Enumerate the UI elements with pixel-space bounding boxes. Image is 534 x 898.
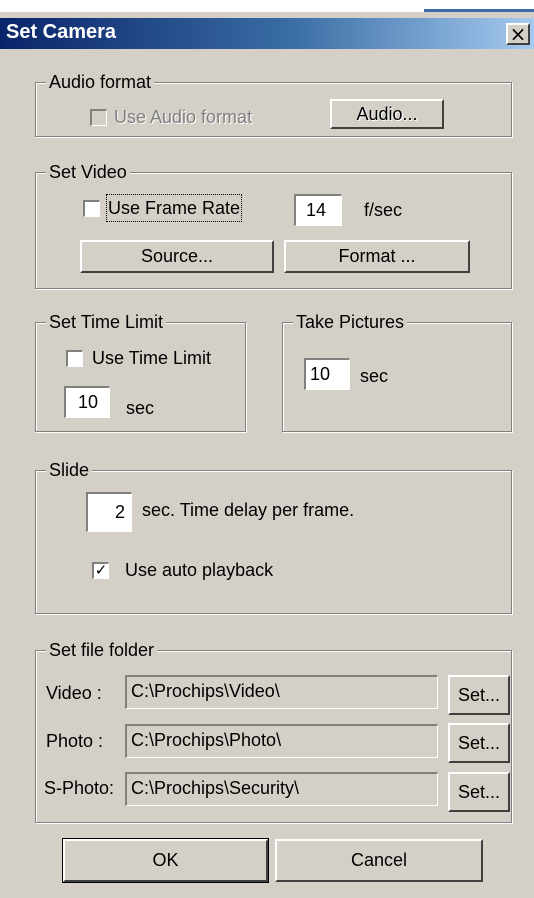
- window-title: Set Camera: [6, 21, 117, 43]
- title-bar[interactable]: Set Camera ×: [0, 18, 534, 49]
- use-audio-format-checkbox[interactable]: [90, 109, 107, 126]
- use-time-limit-checkbox[interactable]: [66, 350, 83, 367]
- photo-folder-set-button[interactable]: Set...: [448, 723, 510, 763]
- use-auto-playback-checkbox[interactable]: ✓: [92, 562, 109, 579]
- use-frame-rate-label: Use Frame Rate: [105, 194, 243, 222]
- close-button[interactable]: ×: [506, 23, 530, 45]
- slide-legend: Slide: [46, 458, 93, 482]
- security-folder-path[interactable]: C:\Prochips\Security\: [125, 772, 438, 806]
- set-file-folder-legend: Set file folder: [46, 638, 158, 662]
- top-strip: [0, 0, 534, 12]
- time-limit-unit: sec: [126, 398, 155, 418]
- format-button[interactable]: Format ...: [284, 240, 470, 273]
- background-window-edge: [424, 9, 534, 12]
- take-pictures-input[interactable]: 10: [304, 358, 350, 390]
- photo-folder-path[interactable]: C:\Prochips\Photo\: [125, 724, 438, 758]
- security-folder-label: S-Photo:: [44, 778, 115, 798]
- photo-folder-label: Photo :: [46, 731, 104, 751]
- time-limit-input[interactable]: 10: [64, 386, 110, 418]
- slide-delay-input[interactable]: 2: [86, 492, 132, 532]
- ok-button[interactable]: OK: [62, 838, 269, 883]
- close-icon: ×: [509, 22, 527, 46]
- set-video-legend: Set Video: [46, 160, 130, 184]
- set-camera-dialog: Set Camera × Audio format Use Audio form…: [0, 0, 534, 898]
- video-folder-path[interactable]: C:\Prochips\Video\: [125, 675, 438, 709]
- take-pictures-unit: sec: [360, 366, 389, 386]
- frame-rate-unit: f/sec: [364, 200, 403, 220]
- cancel-button[interactable]: Cancel: [275, 839, 483, 882]
- audio-button[interactable]: Audio...: [330, 99, 444, 129]
- video-folder-set-button[interactable]: Set...: [448, 675, 510, 715]
- security-folder-set-button[interactable]: Set...: [448, 772, 510, 812]
- audio-format-legend: Audio format: [46, 70, 155, 94]
- use-frame-rate-checkbox[interactable]: [83, 200, 100, 217]
- use-auto-playback-label: Use auto playback: [125, 560, 274, 580]
- use-audio-format-label: Use Audio format: [114, 107, 253, 127]
- video-folder-label: Video :: [46, 683, 102, 703]
- use-time-limit-label: Use Time Limit: [92, 348, 212, 368]
- frame-rate-input[interactable]: 14: [294, 194, 342, 226]
- slide-delay-label: sec. Time delay per frame.: [142, 500, 355, 520]
- source-button[interactable]: Source...: [80, 240, 274, 273]
- set-time-limit-legend: Set Time Limit: [46, 310, 167, 334]
- check-mark-icon: ✓: [94, 561, 108, 579]
- take-pictures-legend: Take Pictures: [293, 310, 408, 334]
